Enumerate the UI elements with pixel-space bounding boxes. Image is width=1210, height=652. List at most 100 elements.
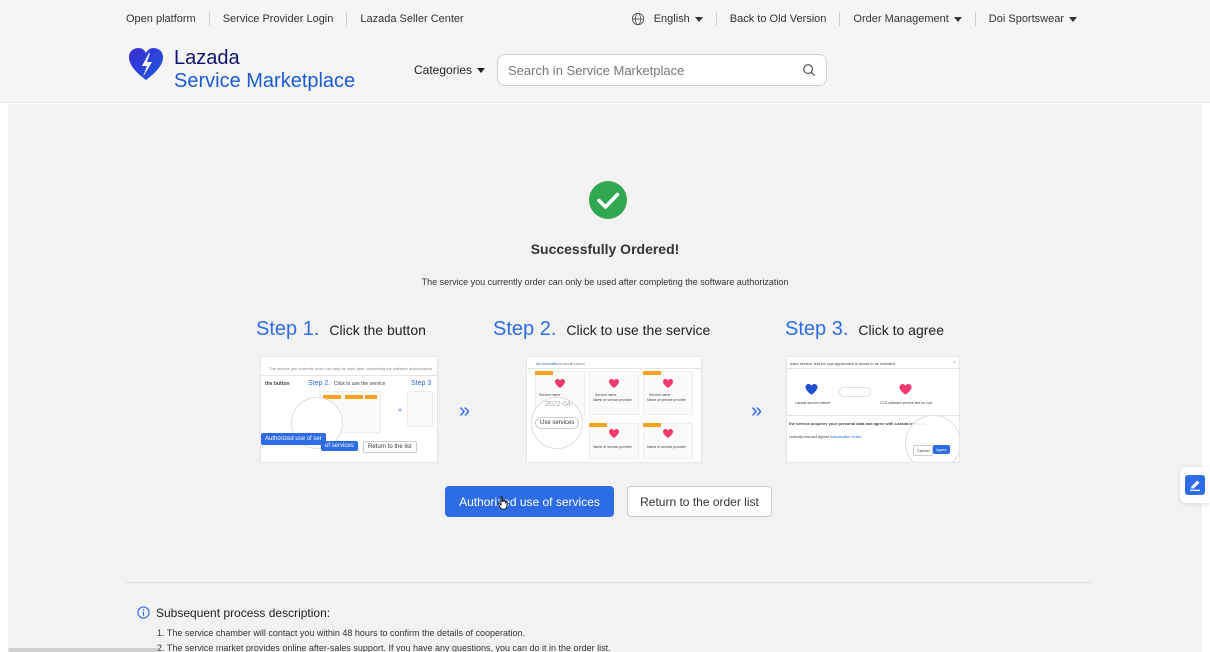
illus-tag — [589, 423, 607, 427]
illus-date: 2022-04- — [545, 401, 574, 408]
horizontal-scrollbar[interactable] — [8, 648, 158, 652]
caret-down-icon — [1069, 16, 1077, 22]
return-to-order-list-button[interactable]: Return to the order list — [627, 486, 772, 517]
lazada-heart-icon — [663, 379, 673, 388]
top-bar: Open platform Service Provider Login Laz… — [0, 0, 1210, 38]
lazada-heart-icon — [609, 429, 619, 438]
illus-card — [407, 391, 433, 427]
back-to-old-version-link[interactable]: Back to Old Version — [717, 13, 840, 25]
pencil-icon — [1190, 480, 1200, 491]
illus-step2-text: Click to use the service — [334, 381, 386, 387]
step-2-number: Step 2. — [493, 318, 557, 340]
account-name: Doi Sportswear — [988, 13, 1064, 25]
caret-down-icon — [694, 16, 703, 22]
illus-cancel-button: Cancel — [913, 445, 934, 456]
illus-services-button: of services — [321, 441, 358, 451]
search-box — [497, 54, 827, 86]
lazada-blue-heart-icon — [805, 384, 818, 395]
step-1-illustration: The service you currently order can only… — [260, 356, 438, 463]
illus-tag — [345, 395, 363, 399]
illus-tag — [643, 371, 661, 375]
illus-return-button: Return to the list — [363, 441, 417, 453]
illus-provider-name: Name of service provider — [647, 445, 686, 449]
categories-label: Categories — [414, 63, 473, 77]
illus-step2: Step 2. — [308, 380, 331, 387]
step-arrow-icon: » — [459, 400, 471, 422]
caret-down-icon — [477, 67, 486, 73]
account-menu[interactable]: Doi Sportswear — [976, 13, 1090, 25]
feedback-edit-button[interactable] — [1180, 467, 1210, 503]
lazada-heart-logo-icon[interactable] — [128, 47, 164, 83]
step-arrow-icon: » — [751, 400, 763, 422]
step-1-number: Step 1. — [256, 318, 320, 340]
service-provider-login-link[interactable]: Service Provider Login — [210, 13, 347, 25]
step-2-heading: Step 2. Click to use the service — [493, 318, 710, 341]
illus-tab: Expired — [571, 361, 585, 366]
illus-provider-name: Name of service provider — [647, 398, 686, 402]
success-title: Successfully Ordered! — [530, 241, 680, 257]
process-item-2: 2. The service market provides online af… — [157, 643, 611, 652]
language-selector[interactable]: English — [618, 12, 716, 26]
illus-label: the button — [265, 381, 290, 387]
illus-provider-name: Name of service provider — [593, 445, 632, 449]
authorize-services-button[interactable]: Authorized use of services — [445, 486, 614, 517]
lazada-seller-center-link[interactable]: Lazada Seller Center — [347, 13, 476, 25]
process-description-title: Subsequent process description: — [156, 606, 331, 620]
illus-divider — [261, 375, 437, 376]
illus-arrow: » — [398, 407, 402, 414]
step-3-text: Click to agree — [858, 322, 944, 338]
illus-close-icon: × — [953, 360, 956, 366]
step-1-text: Click the button — [329, 322, 426, 338]
language-label: English — [653, 12, 690, 25]
illus-tag — [365, 395, 377, 399]
illus-step3: Step 3 — [411, 380, 432, 387]
order-management-menu[interactable]: Order Management — [840, 13, 974, 25]
open-platform-link[interactable]: Open platform — [126, 13, 209, 25]
illus-consent-link: currently read and agreed Authorization … — [789, 435, 861, 439]
edit-icon-box — [1185, 475, 1205, 495]
lazada-heart-icon — [609, 379, 619, 388]
illus-provider-name: Name of service provider — [593, 398, 632, 402]
success-check-icon — [589, 181, 627, 219]
categories-dropdown[interactable]: Categories — [414, 63, 486, 77]
globe-icon — [631, 12, 644, 26]
illus-tab: Purchased — [553, 361, 573, 366]
hand-cursor-icon — [497, 496, 508, 510]
search-input[interactable] — [498, 62, 788, 78]
illus-consent-text: the service acquires your personal data … — [789, 421, 926, 426]
search-icon[interactable] — [802, 63, 816, 77]
illus-connector — [839, 387, 871, 397]
site-header: Lazada Service Marketplace Categories — [0, 38, 1210, 103]
illus-header-text: The service you currently order can only… — [269, 366, 432, 371]
illus-tag — [535, 371, 553, 375]
illus-auth-button: Authorized use of ser — [261, 433, 326, 445]
lazada-heart-icon — [663, 429, 673, 438]
step-1-heading: Step 1. Click the button — [256, 318, 426, 341]
brand-name: Lazada — [174, 47, 240, 69]
process-item-1: 1. The service chamber will contact you … — [157, 628, 526, 638]
top-bar-left-links: Open platform Service Provider Login Laz… — [126, 0, 477, 38]
illus-divider — [527, 368, 701, 369]
step-3-number: Step 3. — [785, 318, 849, 340]
illus-agree-button: Agree — [933, 445, 950, 454]
success-subtitle: The service you currently order can only… — [421, 277, 789, 287]
illus-use-services-button: Use services — [535, 417, 580, 429]
step-3-illustration: ware service test for cyw application is… — [786, 356, 960, 463]
order-management-label: Order Management — [853, 13, 949, 25]
illus-right-label: CCS software service test for cyw — [880, 401, 933, 405]
section-divider — [126, 582, 1091, 583]
step-2-illustration: All services Purchased Expired Service n… — [526, 356, 702, 463]
brand-subtitle: Service Marketplace — [174, 70, 356, 92]
illus-link-text: currently read and agreed — [789, 435, 830, 439]
info-icon — [137, 606, 150, 619]
illus-service-name: Service name — [649, 393, 671, 397]
top-bar-right-links: English Back to Old Version Order Manage… — [618, 0, 1090, 38]
caret-down-icon — [953, 16, 962, 22]
illus-service-name: Service name — [595, 393, 617, 397]
illus-tag — [643, 423, 661, 427]
lazada-heart-icon — [555, 379, 565, 388]
lazada-heart-icon — [899, 384, 912, 395]
illus-header-text: ware service test for cyw application is… — [790, 361, 895, 366]
step-3-heading: Step 3. Click to agree — [785, 318, 944, 341]
illus-divider — [787, 368, 959, 369]
